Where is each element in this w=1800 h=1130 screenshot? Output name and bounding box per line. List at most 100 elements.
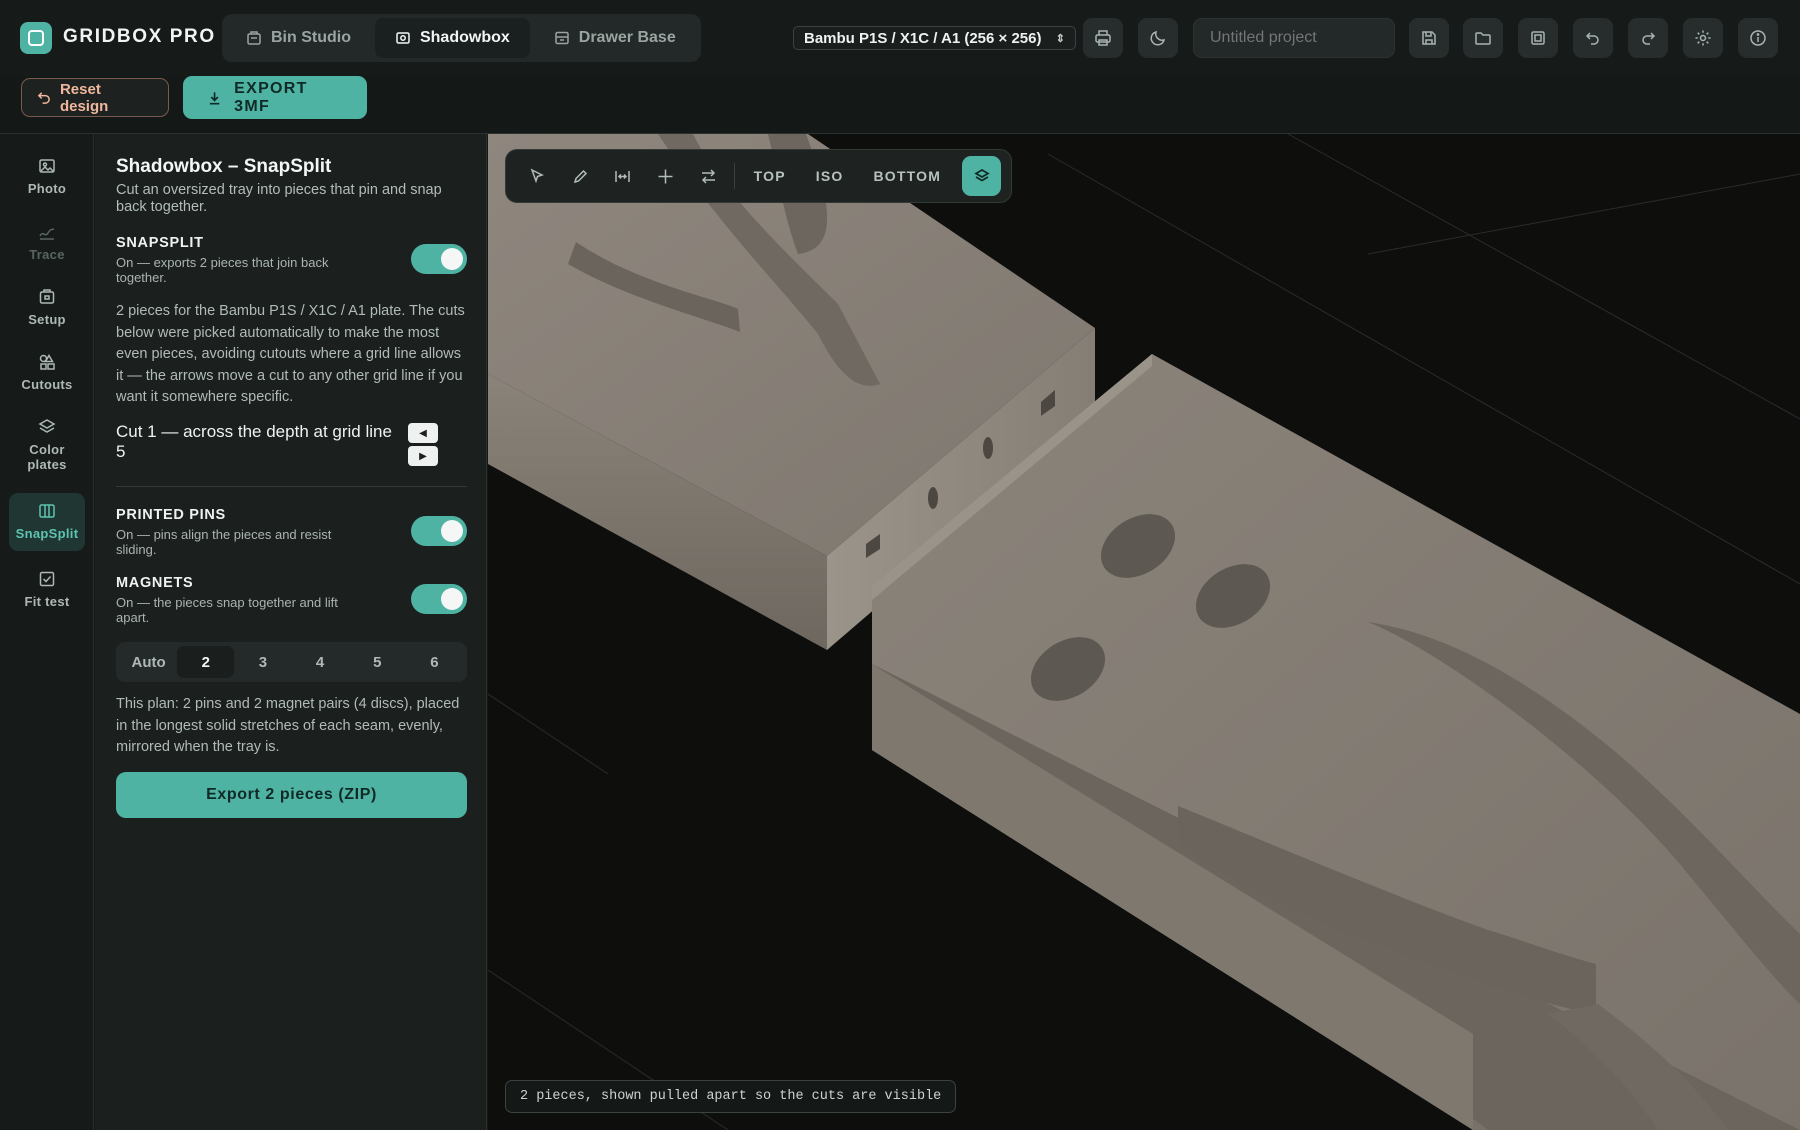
arrow-left-icon: ◀ bbox=[419, 427, 427, 439]
reset-design-button[interactable]: Reset design bbox=[21, 78, 169, 117]
moon-icon bbox=[1150, 30, 1166, 46]
count-option-5[interactable]: 5 bbox=[349, 646, 406, 678]
view-bottom-button[interactable]: BOTTOM bbox=[859, 156, 957, 196]
count-option-6[interactable]: 6 bbox=[406, 646, 463, 678]
viewport-toolbar: TOP ISO BOTTOM bbox=[505, 149, 1012, 203]
export-zip-button[interactable]: Export 2 pieces (ZIP) bbox=[116, 772, 467, 818]
info-button[interactable] bbox=[1738, 18, 1778, 58]
snapsplit-info-text: 2 pieces for the Bambu P1S / X1C / A1 pl… bbox=[116, 303, 465, 405]
plan-summary-text: This plan: 2 pins and 2 magnet pairs (4 … bbox=[116, 696, 460, 755]
rail-item-label: Color plates bbox=[27, 442, 67, 472]
redo-button[interactable] bbox=[1628, 18, 1668, 58]
rail-item-label: Fit test bbox=[24, 594, 70, 609]
theme-toggle-button[interactable] bbox=[1138, 18, 1178, 58]
cut-next-button[interactable]: ▶ bbox=[408, 446, 438, 466]
magnets-description: On — the pieces snap together and lift a… bbox=[116, 595, 338, 625]
info-icon bbox=[1750, 30, 1766, 46]
piece-count-selector: Auto 2 3 4 5 6 bbox=[116, 642, 467, 682]
tab-label: Drawer Base bbox=[578, 29, 676, 46]
tab-drawer-base[interactable]: Drawer Base bbox=[534, 18, 696, 58]
rail-item-color-plates[interactable]: Color plates bbox=[9, 417, 85, 489]
view-iso-button[interactable]: ISO bbox=[801, 156, 859, 196]
rail-item-photo[interactable]: Photo bbox=[9, 156, 85, 212]
arrow-right-icon: ▶ bbox=[419, 450, 427, 462]
count-option-4[interactable]: 4 bbox=[292, 646, 349, 678]
mode-tabs: Bin Studio Shadowbox Drawer Base bbox=[222, 14, 701, 62]
printer-select-value: Bambu P1S / X1C / A1 (256 × 256) bbox=[804, 29, 1042, 47]
printer-select[interactable]: Bambu P1S / X1C / A1 (256 × 256) ⇕ bbox=[793, 26, 1076, 50]
top-bar: GRIDBOX PRO Bin Studio Shadowbox Drawer … bbox=[0, 0, 1800, 76]
snapsplit-toggle[interactable] bbox=[411, 244, 467, 274]
count-option-auto[interactable]: Auto bbox=[120, 646, 177, 678]
rail-item-fit-test[interactable]: Fit test bbox=[9, 569, 85, 625]
section-divider bbox=[116, 486, 467, 487]
measure-icon bbox=[615, 170, 631, 182]
left-rail: Photo Trace Setup Cutouts Color plates S… bbox=[0, 134, 94, 1130]
tab-shadowbox[interactable]: Shadowbox bbox=[374, 18, 530, 58]
redo-icon bbox=[1642, 32, 1656, 45]
view-top-button[interactable]: TOP bbox=[739, 156, 801, 196]
rail-item-cutouts[interactable]: Cutouts bbox=[9, 352, 85, 408]
save-icon bbox=[1422, 31, 1436, 45]
snapsplit-heading: SNAPSPLIT bbox=[116, 235, 204, 251]
magnets-toggle[interactable] bbox=[411, 584, 467, 614]
count-option-2[interactable]: 2 bbox=[177, 646, 235, 678]
reset-design-label: Reset design bbox=[59, 80, 109, 115]
printed-pins-toggle[interactable] bbox=[411, 516, 467, 546]
pen-tool-button[interactable] bbox=[559, 156, 602, 196]
shadowbox-icon bbox=[396, 32, 410, 44]
rail-item-trace[interactable]: Trace bbox=[9, 222, 85, 278]
settings-icon bbox=[1695, 30, 1711, 46]
trace-icon bbox=[39, 228, 55, 240]
chevron-updown-icon: ⇕ bbox=[1055, 32, 1065, 45]
undo-button[interactable] bbox=[1573, 18, 1613, 58]
print-button[interactable] bbox=[1083, 18, 1123, 58]
select-icon bbox=[530, 167, 544, 183]
printed-pins-heading: PRINTED PINS bbox=[116, 507, 226, 523]
layers-icon bbox=[38, 419, 56, 433]
toggle-knob bbox=[441, 588, 463, 610]
layers-toggle-button[interactable] bbox=[962, 156, 1001, 196]
swap-icon bbox=[701, 168, 715, 184]
bin-icon bbox=[247, 31, 261, 45]
download-icon bbox=[209, 91, 220, 105]
project-name-input[interactable] bbox=[1193, 18, 1395, 58]
cutouts-icon bbox=[39, 354, 55, 370]
3d-scene bbox=[488, 134, 1800, 1130]
swap-tool-button[interactable] bbox=[687, 156, 730, 196]
rail-item-snapsplit[interactable]: SnapSplit bbox=[9, 493, 85, 551]
pen-icon bbox=[573, 169, 587, 183]
printed-pins-description: On — pins align the pieces and resist sl… bbox=[116, 527, 332, 557]
select-tool-button[interactable] bbox=[516, 156, 559, 196]
panel-subtitle: Cut an oversized tray into pieces that p… bbox=[116, 182, 442, 215]
export-3mf-label: EXPORT 3MF bbox=[234, 79, 308, 115]
open-button[interactable] bbox=[1463, 18, 1503, 58]
rail-item-label: Trace bbox=[29, 247, 65, 262]
setup-icon bbox=[39, 289, 55, 304]
crosshair-icon bbox=[658, 169, 673, 183]
viewport-caption: 2 pieces, shown pulled apart so the cuts… bbox=[505, 1080, 957, 1113]
count-option-3[interactable]: 3 bbox=[234, 646, 291, 678]
tab-label: Shadowbox bbox=[419, 29, 510, 46]
rail-item-label: Setup bbox=[28, 312, 66, 327]
save-button[interactable] bbox=[1409, 18, 1449, 58]
3d-viewport[interactable]: TOP ISO BOTTOM 2 pieces, shown pulled ap… bbox=[488, 134, 1800, 1130]
panel-title: Shadowbox – SnapSplit bbox=[116, 156, 332, 177]
logo-icon bbox=[20, 22, 52, 54]
folder-icon bbox=[1475, 32, 1491, 45]
undo-icon bbox=[1585, 32, 1599, 45]
magnets-heading: MAGNETS bbox=[116, 575, 194, 591]
rail-item-label: Photo bbox=[27, 181, 67, 196]
snapsplit-description: On — exports 2 pieces that join back tog… bbox=[116, 255, 329, 285]
rail-item-label: SnapSplit bbox=[15, 526, 79, 541]
export-3mf-button[interactable]: EXPORT 3MF bbox=[183, 76, 367, 119]
rail-item-setup[interactable]: Setup bbox=[9, 287, 85, 343]
fit-test-icon bbox=[39, 571, 55, 587]
measure-tool-button[interactable] bbox=[601, 156, 644, 196]
crosshair-tool-button[interactable] bbox=[644, 156, 687, 196]
brand-name: GRIDBOX PRO bbox=[63, 26, 216, 47]
tab-bin-studio[interactable]: Bin Studio bbox=[226, 18, 371, 58]
settings-button[interactable] bbox=[1683, 18, 1723, 58]
library-button[interactable] bbox=[1518, 18, 1558, 58]
cut-prev-button[interactable]: ◀ bbox=[408, 423, 438, 443]
